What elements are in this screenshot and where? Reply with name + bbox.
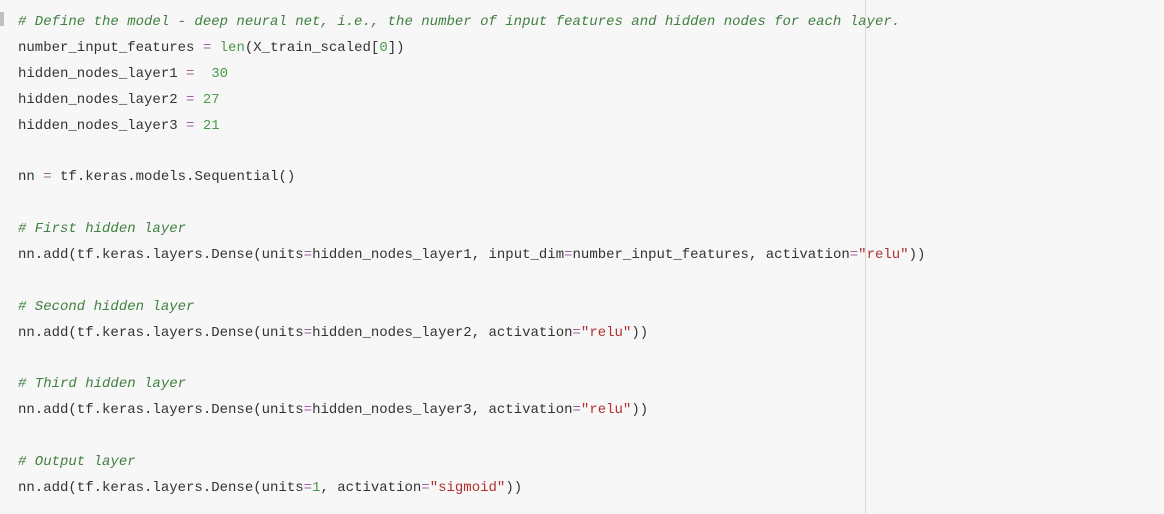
operator: = xyxy=(35,169,60,185)
paren: )) xyxy=(505,480,522,496)
string-literal: "sigmoid" xyxy=(430,480,506,496)
code-line: nn = tf.keras.models.Sequential() xyxy=(18,165,1164,191)
operator: = xyxy=(573,402,581,418)
blank-line xyxy=(18,191,1164,217)
identifier: hidden_nodes_layer2 xyxy=(18,92,178,108)
string-literal: "relu" xyxy=(581,402,631,418)
comment-text: # Output layer xyxy=(18,454,136,470)
paren: ) xyxy=(396,40,404,56)
bracket: ] xyxy=(388,40,396,56)
identifier: number_input_features xyxy=(18,40,194,56)
identifier: hidden_nodes_layer1, input_dim xyxy=(312,247,564,263)
code-line: nn.add(tf.keras.layers.Dense(units=hidde… xyxy=(18,321,1164,347)
identifier: number_input_features, activation xyxy=(573,247,850,263)
comment-text: # Third hidden layer xyxy=(18,376,186,392)
operator: = xyxy=(421,480,429,496)
paren: )) xyxy=(909,247,926,263)
comment-text: # Second hidden layer xyxy=(18,299,194,315)
code-line: hidden_nodes_layer3 = 21 xyxy=(18,114,1164,140)
input-prompt-indicator xyxy=(0,12,4,26)
code-line: # Output layer xyxy=(18,450,1164,476)
number-literal: 21 xyxy=(203,118,220,134)
number-literal: 27 xyxy=(203,92,220,108)
identifier: X_train_scaled xyxy=(253,40,371,56)
identifier: hidden_nodes_layer1 xyxy=(18,66,178,82)
builtin-func: len xyxy=(220,40,245,56)
code-line: number_input_features = len(X_train_scal… xyxy=(18,36,1164,62)
identifier: nn.add(tf.keras.layers.Dense(units xyxy=(18,402,304,418)
number-literal: 0 xyxy=(379,40,387,56)
paren: ) xyxy=(287,169,295,185)
identifier: hidden_nodes_layer2, activation xyxy=(312,325,572,341)
operator: = xyxy=(178,92,203,108)
identifier: nn xyxy=(18,169,35,185)
code-line: # Define the model - deep neural net, i.… xyxy=(18,10,1164,36)
code-line: nn.add(tf.keras.layers.Dense(units=hidde… xyxy=(18,243,1164,269)
operator: = xyxy=(850,247,858,263)
operator: = xyxy=(304,480,312,496)
paren: )) xyxy=(631,402,648,418)
identifier: nn.add(tf.keras.layers.Dense(units xyxy=(18,325,304,341)
editor-ruler xyxy=(865,0,866,514)
string-literal: "relu" xyxy=(581,325,631,341)
identifier: hidden_nodes_layer3 xyxy=(18,118,178,134)
code-line: # Second hidden layer xyxy=(18,295,1164,321)
blank-line xyxy=(18,347,1164,373)
code-line: # Third hidden layer xyxy=(18,372,1164,398)
code-line: nn.add(tf.keras.layers.Dense(units=1, ac… xyxy=(18,476,1164,502)
blank-line xyxy=(18,424,1164,450)
blank-line xyxy=(18,139,1164,165)
blank-line xyxy=(18,269,1164,295)
identifier: hidden_nodes_layer3, activation xyxy=(312,402,572,418)
code-line: nn.add(tf.keras.layers.Dense(units=hidde… xyxy=(18,398,1164,424)
operator: = xyxy=(564,247,572,263)
code-line: hidden_nodes_layer2 = 27 xyxy=(18,88,1164,114)
number-literal: 30 xyxy=(211,66,228,82)
operator: = xyxy=(194,40,219,56)
comment-text: # Define the model - deep neural net, i.… xyxy=(18,14,900,30)
paren: )) xyxy=(631,325,648,341)
operator: = xyxy=(304,325,312,341)
identifier: , activation xyxy=(320,480,421,496)
code-cell[interactable]: # Define the model - deep neural net, i.… xyxy=(6,10,1164,502)
identifier: tf.keras.models.Sequential xyxy=(60,169,278,185)
operator: = xyxy=(178,66,212,82)
identifier: nn.add(tf.keras.layers.Dense(units xyxy=(18,480,304,496)
code-line: hidden_nodes_layer1 = 30 xyxy=(18,62,1164,88)
operator: = xyxy=(573,325,581,341)
comment-text: # First hidden layer xyxy=(18,221,186,237)
identifier: nn.add(tf.keras.layers.Dense(units xyxy=(18,247,304,263)
code-line: # First hidden layer xyxy=(18,217,1164,243)
operator: = xyxy=(304,402,312,418)
paren: ( xyxy=(278,169,286,185)
operator: = xyxy=(178,118,203,134)
operator: = xyxy=(304,247,312,263)
